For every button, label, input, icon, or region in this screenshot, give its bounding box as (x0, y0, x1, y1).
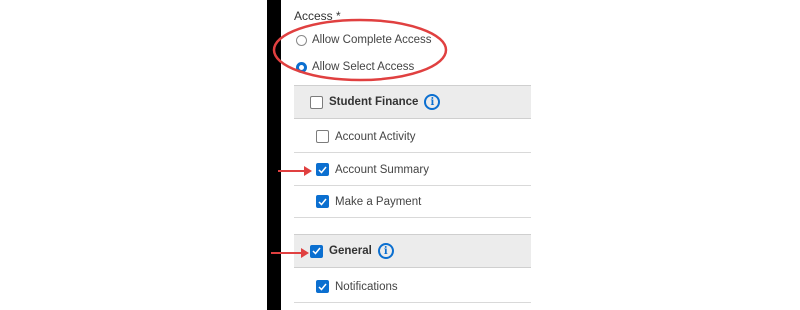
group-title: General (329, 245, 372, 257)
group-header-general: General i (294, 234, 531, 268)
item-label: Account Activity (335, 130, 416, 143)
list-item-notifications: Notifications (294, 271, 531, 303)
checkbox-account-activity[interactable] (316, 130, 329, 143)
checkbox-notifications[interactable] (316, 280, 329, 293)
checkbox-account-summary[interactable] (316, 163, 329, 176)
checkbox-general[interactable] (310, 244, 323, 258)
checkbox-make-a-payment[interactable] (316, 195, 329, 208)
list-item-account-summary: Account Summary (294, 154, 531, 186)
group-header-student-finance: Student Finance i (294, 85, 531, 119)
item-label: Notifications (335, 280, 398, 293)
annotation-arrow-icon (271, 248, 309, 258)
info-icon[interactable]: i (377, 243, 394, 259)
item-label: Make a Payment (335, 195, 422, 208)
annotation-ellipse (272, 18, 448, 82)
list-item-account-activity: Account Activity (294, 121, 531, 153)
list-item-make-a-payment: Make a Payment (294, 186, 531, 218)
info-icon[interactable]: i (424, 94, 441, 110)
group-title: Student Finance (329, 96, 419, 108)
checkbox-student-finance[interactable] (310, 95, 323, 109)
item-label: Account Summary (335, 163, 429, 176)
annotation-arrow-icon (278, 166, 312, 176)
